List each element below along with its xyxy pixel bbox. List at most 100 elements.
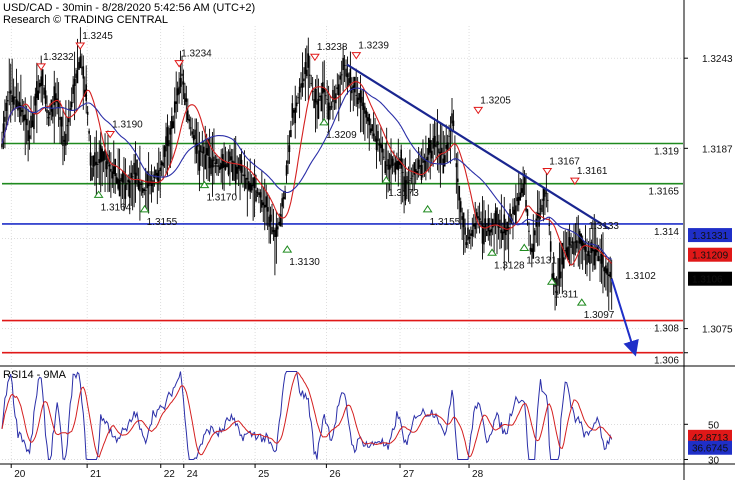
candle-body	[523, 176, 526, 185]
candle-body	[133, 162, 135, 175]
candle-body	[99, 144, 102, 163]
candle-body	[143, 189, 146, 191]
candle-body	[327, 102, 330, 121]
annotation-label-1.3239: 1.3239	[358, 41, 389, 52]
candle-body	[162, 162, 164, 167]
candle-body	[515, 205, 517, 225]
candle-body	[457, 178, 459, 182]
candle-body	[261, 199, 263, 208]
candle-body	[503, 214, 506, 234]
support-marker	[319, 118, 330, 126]
candle-body	[313, 98, 315, 109]
candle-body	[118, 179, 121, 197]
candle-body	[8, 91, 11, 93]
annotation-label-1.3170: 1.3170	[206, 193, 237, 204]
candle-body	[462, 212, 465, 228]
candle-body	[95, 161, 98, 165]
candle-body	[481, 223, 484, 244]
candle-body	[214, 162, 217, 164]
candle-body	[385, 164, 388, 166]
candle-body	[490, 228, 492, 233]
candle-body	[500, 229, 503, 234]
resistance-marker	[542, 168, 553, 176]
candle-body	[37, 90, 40, 100]
candle-body	[136, 159, 138, 176]
candle-body	[249, 182, 252, 192]
candle-body	[131, 176, 134, 178]
candle-body	[382, 156, 385, 158]
candle-body	[371, 124, 373, 131]
candle-body	[517, 196, 520, 206]
candle-body	[526, 209, 529, 216]
annotation-label-1.3209: 1.3209	[326, 130, 357, 141]
candle-body	[34, 93, 37, 106]
candle-body	[240, 159, 243, 173]
level-label-1.3165: 1.3165	[648, 187, 679, 198]
candle-body	[92, 155, 95, 167]
candle-body	[49, 111, 51, 116]
candle-body	[78, 62, 80, 70]
candle-body	[288, 145, 291, 153]
candle-body	[516, 197, 519, 202]
candle-body	[314, 88, 317, 103]
candle-body	[70, 101, 73, 108]
candle-body	[470, 233, 472, 236]
candle-body	[472, 223, 475, 227]
annotation-label-1.3234: 1.3234	[181, 49, 212, 60]
candle-body	[282, 196, 285, 199]
annotation-label-1.3128: 1.3128	[494, 260, 525, 271]
candle-body	[166, 127, 169, 146]
candle-body	[36, 81, 38, 99]
candle-body	[400, 149, 402, 169]
candle-body	[59, 117, 61, 120]
candle-body	[33, 113, 35, 130]
candle-body	[407, 181, 410, 183]
x-tick-label-20: 20	[14, 469, 26, 480]
candle-body	[549, 241, 552, 252]
candle-body	[98, 159, 101, 164]
candle-body	[461, 216, 463, 220]
candle-body	[265, 196, 267, 208]
candle-body	[593, 249, 596, 266]
candle-body	[130, 172, 132, 179]
candle-body	[502, 231, 504, 240]
rsi-ma-line	[1, 372, 613, 458]
candle-body	[38, 82, 41, 88]
candle-body	[67, 117, 70, 123]
candle-body	[367, 117, 369, 122]
candle-body	[263, 204, 266, 208]
candle-body	[9, 90, 12, 94]
annotation-label-1.311: 1.311	[554, 289, 579, 300]
candle-body	[234, 164, 237, 185]
candle-body	[40, 76, 42, 87]
candle-body	[487, 218, 490, 232]
candle-body	[4, 116, 6, 122]
support-marker	[422, 204, 433, 213]
candle-body	[459, 201, 462, 213]
candle-body	[204, 154, 207, 170]
candle-body	[594, 248, 597, 256]
candle-body	[149, 175, 151, 185]
candle-body	[271, 226, 273, 235]
candle-body	[496, 207, 498, 225]
candle-body	[82, 66, 85, 79]
candle-body	[184, 93, 186, 106]
candle-body	[310, 83, 312, 85]
candle-body	[295, 102, 298, 107]
x-tick-label-24: 24	[187, 469, 199, 480]
candle-body	[478, 218, 481, 221]
candle-body	[545, 192, 548, 194]
candle-body	[353, 76, 356, 93]
candle-body	[528, 230, 530, 232]
candle-body	[432, 138, 434, 149]
candle-body	[124, 184, 127, 199]
candle-body	[427, 137, 430, 155]
candle-body	[372, 133, 375, 137]
candle-body	[423, 160, 426, 163]
candle-body	[287, 160, 289, 164]
candle-body	[126, 183, 128, 185]
resistance-marker	[36, 63, 47, 71]
candle-body	[41, 69, 44, 86]
candle-body	[27, 130, 29, 142]
level-label-1.314: 1.314	[654, 227, 679, 238]
